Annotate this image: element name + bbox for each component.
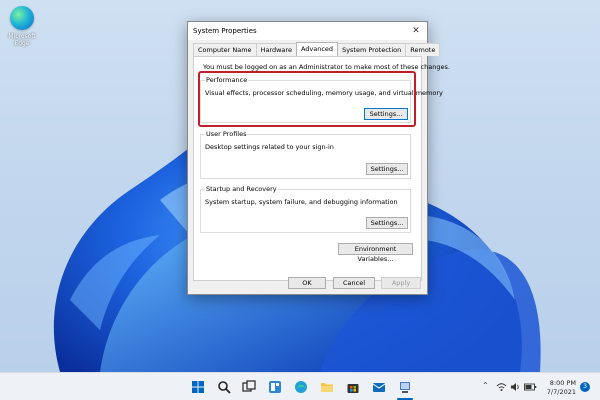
widgets-icon[interactable]	[268, 380, 282, 394]
user-profiles-group: User Profiles Desktop settings related t…	[200, 130, 411, 179]
desktop-icon-label: Microsoft Edge	[8, 33, 36, 47]
user-profiles-description: Desktop settings related to your sign-in	[205, 143, 334, 151]
chevron-up-icon[interactable]: ⌃	[482, 381, 489, 390]
wifi-icon[interactable]	[496, 382, 507, 392]
performance-description: Visual effects, processor scheduling, me…	[205, 89, 443, 97]
tab-bar: Computer Name Hardware Advanced System P…	[193, 42, 441, 56]
environment-variables-button[interactable]: Environment Variables...	[338, 243, 413, 263]
tab-computer-name[interactable]: Computer Name	[193, 43, 257, 56]
performance-legend: Performance	[205, 76, 249, 84]
search-icon[interactable]	[217, 380, 231, 394]
taskbar: ⌃ 8:00 PM 7/7/2021 3	[0, 372, 600, 400]
clock-date[interactable]: 7/7/2021	[540, 388, 576, 396]
user-profiles-legend: User Profiles	[205, 130, 248, 138]
file-explorer-icon[interactable]	[320, 380, 334, 394]
start-icon[interactable]	[191, 380, 205, 394]
startup-recovery-legend: Startup and Recovery	[205, 185, 278, 193]
apply-button[interactable]: Apply	[381, 277, 421, 289]
task-view-icon[interactable]	[242, 380, 256, 394]
tab-remote[interactable]: Remote	[405, 43, 441, 56]
desktop-icon-edge[interactable]: Microsoft Edge	[3, 4, 41, 47]
admin-notice: You must be logged on as an Administrato…	[203, 63, 450, 71]
dialog-title: System Properties	[193, 27, 257, 35]
tab-system-protection[interactable]: System Protection	[337, 43, 407, 56]
edge-icon	[10, 6, 34, 30]
tab-advanced[interactable]: Advanced	[295, 42, 339, 56]
notification-badge[interactable]: 3	[580, 382, 590, 392]
volume-icon[interactable]	[510, 382, 521, 392]
dialog-titlebar[interactable]: System Properties ✕	[188, 22, 427, 40]
system-properties-icon[interactable]	[398, 380, 412, 394]
store-icon[interactable]	[346, 380, 360, 394]
startup-recovery-group: Startup and Recovery System startup, sys…	[200, 185, 411, 233]
ok-button[interactable]: OK	[288, 277, 326, 289]
tab-hardware[interactable]: Hardware	[255, 43, 297, 56]
mail-icon[interactable]	[372, 380, 386, 394]
startup-recovery-description: System startup, system failure, and debu…	[205, 198, 398, 206]
close-icon[interactable]: ✕	[405, 22, 427, 40]
performance-group: Performance Visual effects, processor sc…	[200, 76, 443, 123]
performance-settings-button[interactable]: Settings...	[364, 108, 408, 120]
battery-icon[interactable]	[524, 382, 537, 392]
clock-time[interactable]: 8:00 PM	[540, 379, 576, 387]
startup-recovery-settings-button[interactable]: Settings...	[366, 217, 408, 229]
user-profiles-settings-button[interactable]: Settings...	[366, 163, 408, 175]
edge-icon[interactable]	[294, 380, 308, 394]
cancel-button[interactable]: Cancel	[333, 277, 375, 289]
